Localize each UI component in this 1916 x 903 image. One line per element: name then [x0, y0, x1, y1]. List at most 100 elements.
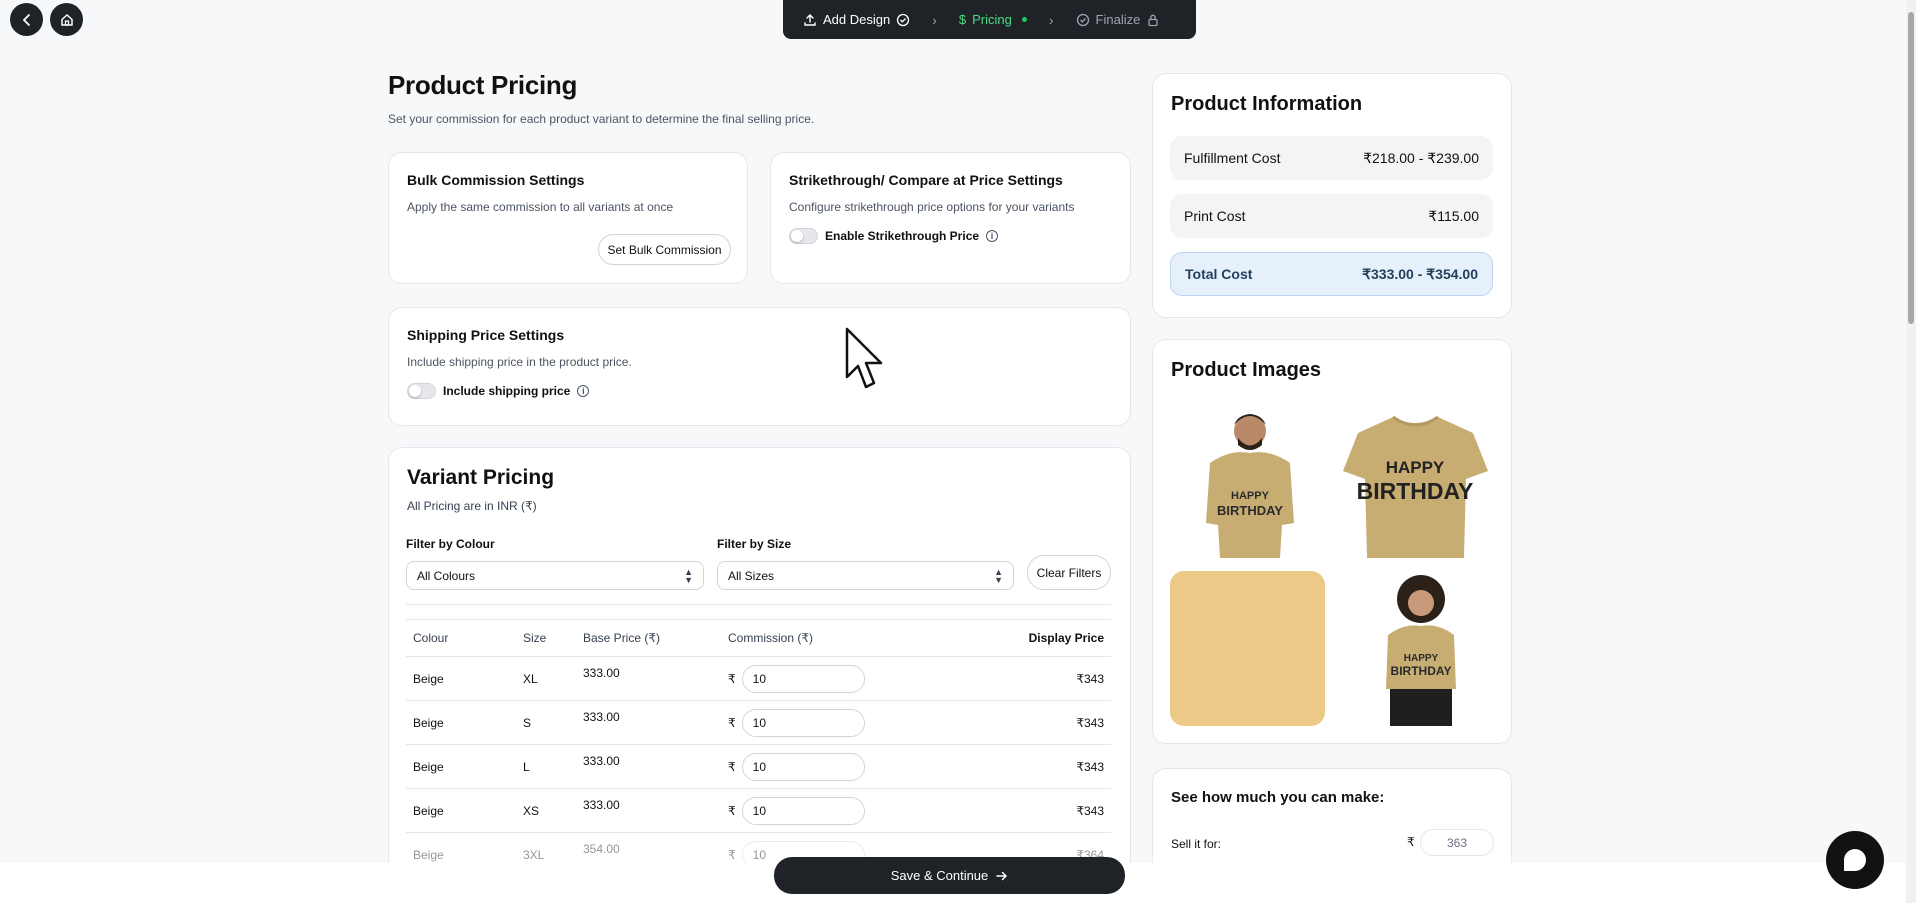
product-info-title: Product Information [1171, 93, 1363, 115]
tee-print-line1: HAPPY [1404, 653, 1439, 664]
tee-print-line2: BIRTHDAY [1357, 478, 1474, 504]
cell-colour: Beige [406, 744, 516, 789]
chat-button[interactable] [1826, 831, 1884, 889]
cell-colour: Beige [406, 656, 516, 701]
scrollbar[interactable] [1906, 0, 1916, 903]
step-pricing[interactable]: $ Pricing [959, 12, 1027, 27]
commission-input[interactable]: 10 [741, 664, 865, 693]
page-title: Product Pricing [388, 70, 578, 100]
col-header-base: Base Price (₹) [576, 619, 721, 657]
bulk-commission-desc: Apply the same commission to all variant… [407, 200, 674, 214]
currency-symbol: ₹ [728, 715, 736, 730]
cell-base: 333.00 [576, 788, 721, 833]
cell-display: ₹343 [921, 700, 1111, 745]
filter-size-select[interactable]: All Sizes ▲ ▼ [717, 561, 1014, 590]
chat-icon [1844, 849, 1866, 871]
back-button[interactable] [10, 3, 43, 36]
shipping-card: Shipping Price Settings Include shipping… [388, 307, 1131, 426]
model-male-illustration: HAPPY BIRTHDAY [1206, 414, 1294, 558]
step-pricing-label: Pricing [972, 12, 1012, 27]
variant-pricing-note: All Pricing are in INR (₹) [407, 499, 537, 513]
cell-colour: Beige [406, 700, 516, 745]
divider [406, 604, 1111, 605]
step-add-design[interactable]: Add Design [803, 12, 910, 27]
cell-base: 333.00 [576, 744, 721, 789]
fulfillment-cost-label: Fulfillment Cost [1184, 150, 1281, 166]
save-continue-label: Save & Continue [890, 868, 989, 883]
select-arrows-icon: ▲ ▼ [684, 566, 693, 585]
cell-display: ₹343 [921, 744, 1111, 789]
dollar-icon: $ [958, 12, 967, 27]
fulfillment-cost-row: Fulfillment Cost ₹218.00 - ₹239.00 [1170, 136, 1493, 180]
tee-print-line2: BIRTHDAY [1217, 503, 1283, 518]
col-header-size: Size [516, 619, 576, 657]
col-header-colour: Colour [406, 619, 516, 657]
mouse-cursor-icon [845, 327, 883, 389]
product-image-model-female[interactable]: HAPPY BIRTHDAY [1338, 571, 1493, 726]
step-finalize[interactable]: Finalize [1076, 12, 1161, 27]
print-cost-row: Print Cost ₹115.00 [1170, 194, 1493, 238]
currency-symbol: ₹ [728, 759, 736, 774]
sell-it-for-label: Sell it for: [1171, 837, 1222, 851]
set-bulk-commission-button[interactable]: Set Bulk Commission [598, 234, 731, 265]
active-dot-icon [1021, 17, 1027, 22]
upload-icon [804, 13, 816, 26]
strikethrough-toggle[interactable] [789, 228, 818, 244]
info-icon[interactable]: i [986, 230, 999, 242]
filter-size-value: All Sizes [728, 568, 775, 583]
cell-size: XS [516, 788, 576, 833]
chevron-left-icon [22, 13, 30, 26]
clear-filters-button[interactable]: Clear Filters [1027, 555, 1111, 590]
total-cost-label: Total Cost [1185, 266, 1253, 282]
cell-display: ₹343 [921, 788, 1111, 833]
commission-input[interactable]: 10 [741, 708, 865, 737]
table-row: Beige L 333.00 ₹10 ₹343 [406, 744, 1111, 789]
chevron-right-icon: › [1048, 11, 1054, 28]
print-cost-value: ₹115.00 [1428, 207, 1479, 224]
variant-table: Colour Size Base Price (₹) Commission (₹… [406, 619, 1111, 877]
scrollbar-thumb[interactable] [1908, 12, 1914, 324]
cell-colour: Beige [406, 788, 516, 833]
cell-display: ₹343 [921, 656, 1111, 701]
filter-colour-select[interactable]: All Colours ▲ ▼ [406, 561, 704, 590]
commission-input[interactable]: 10 [741, 796, 865, 825]
cell-base: 333.00 [576, 700, 721, 745]
variant-pricing-title: Variant Pricing [407, 466, 555, 489]
tee-print-line1: HAPPY [1386, 458, 1445, 477]
cell-base: 333.00 [576, 656, 721, 701]
currency-symbol: ₹ [728, 671, 736, 686]
filter-colour-value: All Colours [417, 568, 476, 583]
strikethrough-desc: Configure strikethrough price options fo… [789, 200, 1075, 214]
step-finalize-label: Finalize [1095, 12, 1141, 27]
product-image-flat[interactable]: HAPPY BIRTHDAY [1338, 403, 1493, 558]
sell-price-input[interactable]: 363 [1420, 829, 1494, 856]
strikethrough-title: Strikethrough/ Compare at Price Settings [789, 172, 1063, 188]
bulk-commission-card: Bulk Commission Settings Apply the same … [388, 152, 748, 284]
info-icon[interactable]: i [577, 385, 590, 397]
fulfillment-cost-value: ₹218.00 - ₹239.00 [1363, 149, 1479, 166]
currency-symbol: ₹ [1407, 835, 1415, 849]
step-add-design-label: Add Design [823, 12, 891, 27]
check-circle-icon [1076, 13, 1089, 26]
shipping-toggle-label: Include shipping price [443, 384, 571, 398]
shipping-toggle[interactable] [407, 383, 436, 399]
table-row: Beige S 333.00 ₹10 ₹343 [406, 700, 1111, 745]
table-row: Beige XS 333.00 ₹10 ₹343 [406, 788, 1111, 833]
home-button[interactable] [50, 3, 83, 36]
tee-print-line2: BIRTHDAY [1391, 664, 1452, 678]
product-image-model-male[interactable]: HAPPY BIRTHDAY [1170, 403, 1325, 558]
currency-symbol: ₹ [728, 847, 736, 862]
product-image-colour-swatch[interactable] [1170, 571, 1325, 726]
commission-input[interactable]: 10 [741, 752, 865, 781]
total-cost-row: Total Cost ₹333.00 - ₹354.00 [1170, 252, 1493, 296]
filter-size-label: Filter by Size [717, 537, 792, 551]
col-header-display: Display Price [921, 619, 1111, 657]
table-row: Beige XL 333.00 ₹10 ₹343 [406, 656, 1111, 701]
col-header-commission: Commission (₹) [721, 619, 921, 657]
lock-icon [1148, 14, 1158, 26]
shipping-desc: Include shipping price in the product pr… [407, 355, 632, 369]
strikethrough-toggle-label: Enable Strikethrough Price [825, 229, 980, 243]
cell-size: L [516, 744, 576, 789]
cell-size: XL [516, 656, 576, 701]
save-continue-button[interactable]: Save & Continue [774, 857, 1125, 894]
